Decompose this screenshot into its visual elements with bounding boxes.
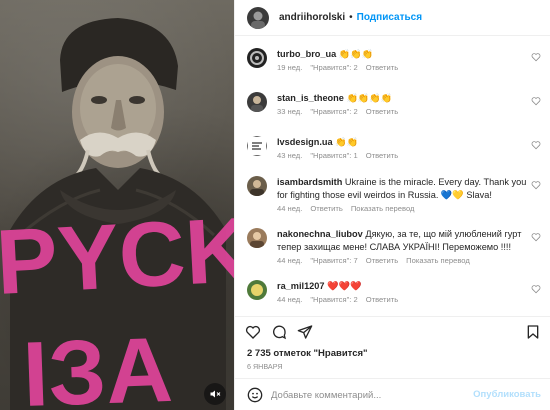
comment-age[interactable]: 43 нед. (277, 151, 302, 160)
heart-outline-icon[interactable] (531, 52, 541, 62)
likes-count[interactable]: 2 735 отметок "Нравится" (247, 348, 368, 359)
heart-outline-icon[interactable] (531, 140, 541, 150)
reply-button[interactable]: Ответить (310, 204, 342, 213)
author-username[interactable]: andriihorolski (279, 12, 345, 23)
show-translation-button[interactable]: Показать перевод (406, 256, 470, 265)
bookmark-icon[interactable] (525, 324, 541, 340)
post-actions-bar (235, 316, 550, 346)
share-paper-plane-icon[interactable] (297, 324, 313, 340)
comment-age[interactable]: 44 нед. (277, 295, 302, 304)
comment-avatar[interactable] (247, 176, 267, 196)
comment-avatar[interactable] (247, 136, 267, 156)
comment-like-count[interactable]: "Нравится": 1 (310, 151, 357, 160)
comment-username[interactable]: isambardsmith (277, 177, 342, 187)
speaker-muted-icon (210, 390, 221, 398)
comment-like-count[interactable]: "Нравится": 2 (310, 295, 357, 304)
reply-button[interactable]: Ответить (366, 151, 398, 160)
graffiti-line-2: ІЗА (21, 319, 174, 410)
comment-text: 👏👏 (335, 137, 359, 147)
comment-text: 👏👏👏 (338, 49, 374, 59)
heart-outline-icon[interactable] (531, 96, 541, 106)
comment-age[interactable]: 44 нед. (277, 204, 302, 213)
comment-avatar[interactable] (247, 228, 267, 248)
post-details-panel: andriihorolski • Подписаться turbo_bro_u… (234, 0, 550, 410)
header-separator: • (349, 12, 353, 23)
comment-age[interactable]: 33 нед. (277, 107, 302, 116)
comment-text: 👏👏👏👏 (346, 93, 393, 103)
comment-username[interactable]: nakonechna_liubov (277, 229, 363, 239)
mute-toggle-button[interactable] (204, 383, 226, 405)
reply-button[interactable]: Ответить (366, 256, 398, 265)
reply-button[interactable]: Ответить (366, 107, 398, 116)
comment-bubble-icon[interactable] (271, 324, 287, 340)
post-media[interactable]: PYCK ІЗА (0, 0, 234, 410)
comment-composer: Опубликовать (235, 378, 550, 410)
graffiti-line-1: PYCK (0, 208, 234, 314)
post-modal: PYCK ІЗА andriihorolski • Подписаться tu… (0, 0, 550, 410)
heart-outline-icon[interactable] (531, 284, 541, 294)
like-heart-icon[interactable] (245, 324, 261, 340)
author-avatar[interactable] (247, 6, 269, 29)
comment-like-count[interactable]: "Нравится": 2 (310, 107, 357, 116)
comment-age[interactable]: 44 нед. (277, 256, 302, 265)
reply-button[interactable]: Ответить (366, 63, 398, 72)
heart-outline-icon[interactable] (531, 180, 541, 190)
emoji-smiley-icon[interactable] (247, 387, 263, 403)
comment-username[interactable]: ra_mil1207 (277, 281, 325, 291)
comment-age[interactable]: 19 нед. (277, 63, 302, 72)
comment-username[interactable]: lvsdesign.ua (277, 137, 333, 147)
comments-list[interactable]: turbo_bro_ua 👏👏👏 19 нед. "Нравится": 2 Отв… (235, 36, 550, 316)
comment-avatar[interactable] (247, 280, 267, 300)
comment-username[interactable]: turbo_bro_ua (277, 49, 336, 59)
comment-like-count[interactable]: "Нравится": 7 (310, 256, 357, 265)
post-header: andriihorolski • Подписаться (235, 0, 550, 36)
heart-outline-icon[interactable] (531, 232, 541, 242)
comment-text: ❤️❤️❤️ (327, 281, 362, 291)
comment-avatar[interactable] (247, 48, 267, 68)
comment-input[interactable] (271, 387, 481, 403)
comment-username[interactable]: stan_is_theone (277, 93, 344, 103)
graffiti-overlay: PYCK ІЗА (0, 208, 234, 410)
comment-like-count[interactable]: "Нравится": 2 (310, 63, 357, 72)
comment-avatar[interactable] (247, 92, 267, 112)
post-date[interactable]: 6 января (247, 362, 283, 371)
follow-button[interactable]: Подписаться (357, 12, 422, 23)
publish-comment-button[interactable]: Опубликовать (473, 389, 541, 400)
reply-button[interactable]: Ответить (366, 295, 398, 304)
show-translation-button[interactable]: Показать перевод (351, 204, 415, 213)
